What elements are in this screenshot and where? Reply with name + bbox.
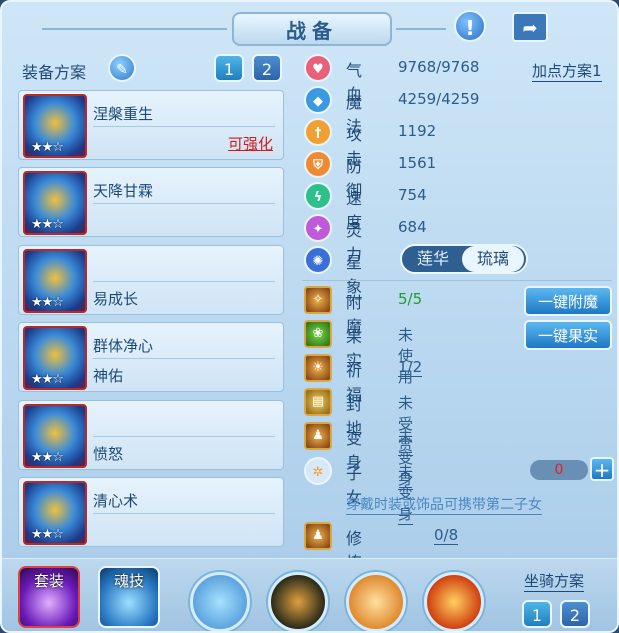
extra-value[interactable]: 未变身 [398, 461, 414, 525]
mount-plan-2-button[interactable]: 2 [560, 600, 590, 628]
soul-skill-button[interactable]: 魂技 [98, 566, 160, 628]
equip-slot-2[interactable]: ★★☆ 天降甘霖 [18, 167, 284, 237]
set-bonus-button[interactable]: 套装 [18, 566, 80, 628]
child-icon: ✲ [304, 457, 332, 485]
star-rating: ★★☆ [31, 372, 64, 387]
child-hint-link[interactable]: 穿戴时装或饰品可携带第二子女 [346, 494, 542, 515]
star-rating: ★★☆ [31, 295, 64, 310]
one-click-enchant-button[interactable]: 一键附魔 [524, 286, 612, 316]
skill-orb-1-icon[interactable] [190, 572, 250, 631]
slot-divider [93, 358, 275, 359]
title-divider-right [396, 28, 446, 30]
page-title: 战备 [286, 18, 338, 43]
stat-value: 1561 [398, 154, 437, 172]
stat-plan-link[interactable]: 加点方案1 [532, 60, 602, 82]
star-sign-toggle[interactable]: 莲华 琉璃 [400, 244, 528, 274]
section-divider [302, 280, 612, 281]
transform-icon: ♟ [304, 422, 332, 450]
equip-skill-name: 涅槃重生 [93, 105, 154, 123]
heart-icon: ♥ [304, 54, 332, 82]
equip-skill-sub: 易成长 [93, 290, 139, 308]
equip-slot-3[interactable]: ★★☆ 易成长 [18, 245, 284, 315]
equip-item-icon[interactable]: ★★☆ [23, 249, 87, 313]
edit-plan-button[interactable]: ✎ [108, 54, 136, 82]
equip-item-icon[interactable]: ★★☆ [23, 94, 87, 158]
add-child-button[interactable]: + [590, 457, 614, 481]
speed-icon: ϟ [304, 182, 332, 210]
fruit-icon: ❀ [304, 320, 332, 348]
equip-skill-name: 群体净心 [93, 337, 154, 355]
slot-divider [93, 513, 275, 514]
mount-plan-1-button[interactable]: 1 [522, 600, 552, 628]
star-option-liuli[interactable]: 琉璃 [462, 246, 524, 272]
slot-divider [93, 281, 275, 282]
fief-icon: ▤ [304, 388, 332, 416]
equip-slot-1[interactable]: ★★☆ 涅槃重生 可强化 [18, 90, 284, 160]
practice-value[interactable]: 0/8 [434, 526, 459, 545]
equip-item-icon[interactable]: ★★☆ [23, 481, 87, 545]
upgradable-link[interactable]: 可强化 [228, 133, 273, 154]
skill-orb-2-icon[interactable] [268, 572, 328, 631]
star-rating: ★★☆ [31, 450, 64, 465]
sword-icon: † [304, 118, 332, 146]
stat-value: 9768/9768 [398, 58, 480, 76]
equip-skill-sub: 神佑 [93, 367, 124, 385]
star-option-lianhua[interactable]: 莲华 [402, 246, 464, 272]
mount-plan-label: 坐骑方案 [524, 572, 585, 592]
mana-icon: ◆ [304, 86, 332, 114]
title-banner: 战备 [232, 12, 392, 46]
child-counter: 0 [530, 460, 588, 480]
star-rating: ★★☆ [31, 140, 64, 155]
stat-value: 684 [398, 218, 427, 236]
enchant-icon: ✧ [304, 286, 332, 314]
share-button[interactable]: ➦ [512, 12, 548, 42]
equip-skill-name: 清心术 [93, 492, 139, 510]
soul-skill-label: 魂技 [113, 572, 144, 590]
star-rating: ★★☆ [31, 217, 64, 232]
equip-plan-2-button[interactable]: 2 [252, 54, 282, 82]
equipment-panel: 战备 ! ➦ 装备方案 ✎ 1 2 ★★☆ 涅槃重生 可强化 ★★☆ 天降甘霖 … [0, 0, 619, 633]
bless-icon: ☀ [304, 354, 332, 382]
equip-skill-name: 天降甘霖 [93, 182, 154, 200]
equip-plan-1-button[interactable]: 1 [214, 54, 244, 82]
slot-divider [93, 436, 275, 437]
equip-plan-label: 装备方案 [22, 63, 87, 82]
star-sign-icon: ✺ [304, 246, 332, 274]
stat-value: 754 [398, 186, 427, 204]
extra-value[interactable]: 1/2 [398, 358, 423, 377]
slot-divider [93, 126, 275, 127]
set-bonus-label: 套装 [33, 572, 64, 590]
equip-item-icon[interactable]: ★★☆ [23, 404, 87, 468]
equip-slot-5[interactable]: ★★☆ 愤怒 [18, 400, 284, 470]
extra-value: 未使用 [398, 326, 414, 386]
spirit-icon: ✦ [304, 214, 332, 242]
title-divider-left [42, 28, 227, 30]
slot-divider [93, 203, 275, 204]
info-button[interactable]: ! [454, 10, 486, 42]
equip-slot-4[interactable]: ★★☆ 群体净心 神佑 [18, 322, 284, 392]
skill-orb-3-icon[interactable] [346, 572, 406, 631]
practice-icon: ♟ [304, 522, 332, 550]
extra-value: 5/5 [398, 290, 423, 308]
equip-slot-6[interactable]: ★★☆ 清心术 [18, 477, 284, 547]
equip-item-icon[interactable]: ★★☆ [23, 326, 87, 390]
skill-orb-4-icon[interactable] [424, 572, 484, 631]
one-click-fruit-button[interactable]: 一键果实 [524, 320, 612, 350]
star-rating: ★★☆ [31, 527, 64, 542]
stat-value: 1192 [398, 122, 437, 140]
equip-item-icon[interactable]: ★★☆ [23, 171, 87, 235]
stat-value: 4259/4259 [398, 90, 480, 108]
shield-icon: ⛨ [304, 150, 332, 178]
equip-skill-sub: 愤怒 [93, 445, 124, 463]
